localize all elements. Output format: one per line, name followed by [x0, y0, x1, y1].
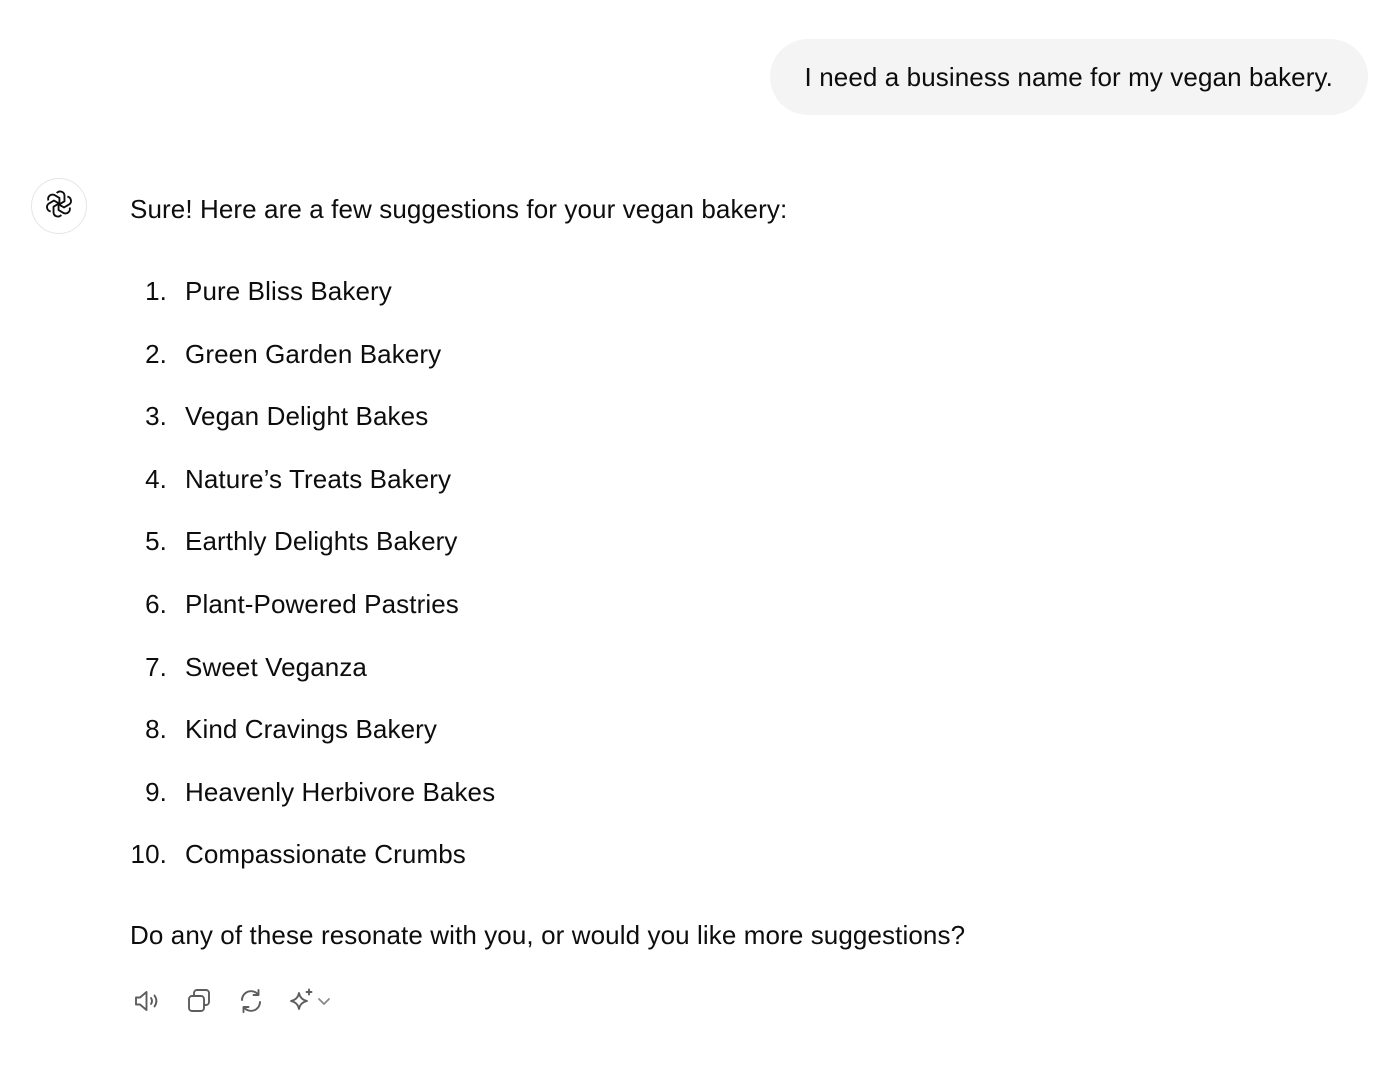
- list-number: 2.: [145, 338, 167, 369]
- openai-logo-icon: [43, 188, 75, 225]
- sparkle-icon: [286, 986, 316, 1021]
- suggestion-name: Earthly Delights Bakery: [185, 526, 458, 557]
- list-item: 7. Sweet Veganza: [130, 648, 1350, 711]
- list-item: 4. Nature’s Treats Bakery: [130, 460, 1350, 523]
- assistant-outro: Do any of these resonate with you, or wo…: [130, 919, 966, 950]
- list-number: 7.: [145, 651, 167, 682]
- suggestion-name: Green Garden Bakery: [185, 338, 442, 369]
- suggestion-name: Vegan Delight Bakes: [185, 401, 429, 432]
- list-item: 3. Vegan Delight Bakes: [130, 397, 1350, 460]
- suggestion-name: Sweet Veganza: [185, 651, 367, 682]
- regenerate-icon: [236, 986, 266, 1021]
- list-number: 4.: [145, 463, 167, 494]
- user-message-bubble: I need a business name for my vegan bake…: [769, 39, 1368, 115]
- list-item: 10. Compassionate Crumbs: [130, 835, 1350, 898]
- suggestion-name: Plant-Powered Pastries: [185, 588, 459, 619]
- chevron-down-icon: [316, 993, 332, 1014]
- suggestion-name: Pure Bliss Bakery: [185, 276, 392, 306]
- suggestion-name: Heavenly Herbivore Bakes: [185, 776, 496, 807]
- list-item: 9. Heavenly Herbivore Bakes: [130, 773, 1350, 836]
- list-item: 5. Earthly Delights Bakery: [130, 522, 1350, 585]
- regenerate-button[interactable]: [234, 986, 268, 1020]
- switch-model-button[interactable]: [286, 986, 332, 1020]
- list-number: 3.: [145, 401, 167, 432]
- list-number: 5.: [145, 526, 167, 557]
- list-item: 8. Kind Cravings Bakery: [130, 710, 1350, 773]
- assistant-intro: Sure! Here are a few suggestions for you…: [130, 194, 788, 224]
- suggestion-name: Compassionate Crumbs: [185, 839, 466, 870]
- list-number: 9.: [145, 776, 167, 807]
- message-action-bar: [130, 986, 332, 1020]
- list-item: 6. Plant-Powered Pastries: [130, 585, 1350, 648]
- list-number: 8.: [145, 714, 167, 745]
- list-number: 1.: [145, 276, 167, 306]
- speaker-icon: [132, 986, 162, 1021]
- suggestion-list: 1. Pure Bliss Bakery 2. Green Garden Bak…: [130, 272, 1350, 898]
- read-aloud-button[interactable]: [130, 986, 164, 1020]
- copy-button[interactable]: [182, 986, 216, 1020]
- assistant-message: Sure! Here are a few suggestions for you…: [130, 190, 1350, 954]
- list-item: 2. Green Garden Bakery: [130, 335, 1350, 398]
- user-message-row: I need a business name for my vegan bake…: [769, 39, 1368, 115]
- copy-icon: [184, 986, 214, 1021]
- suggestion-name: Nature’s Treats Bakery: [185, 463, 452, 494]
- list-item: 1. Pure Bliss Bakery: [130, 272, 1350, 335]
- assistant-avatar: [31, 178, 87, 234]
- list-number: 10.: [130, 839, 167, 870]
- list-number: 6.: [145, 588, 167, 619]
- suggestion-name: Kind Cravings Bakery: [185, 714, 437, 745]
